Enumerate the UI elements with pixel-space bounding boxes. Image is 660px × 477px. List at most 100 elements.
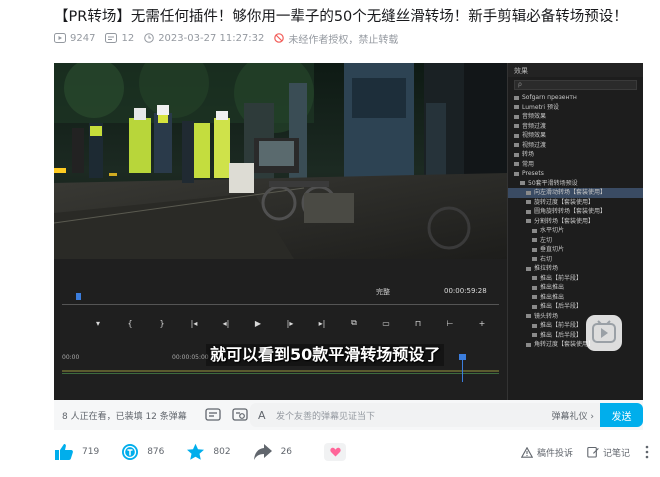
lift-icon[interactable]: ⊓ [410,319,426,328]
video-frame-night-street [54,63,507,259]
clock-icon [144,33,154,43]
effects-tree-item[interactable]: 右切 [508,255,643,265]
folder-icon [514,162,519,166]
danmaku-input[interactable]: A 发个友善的弹幕见证当下 弹幕礼仪 › [250,403,600,427]
marker-icon[interactable]: ▾ [90,319,106,328]
plays-stat: 9247 [54,33,95,44]
ruler-playhead[interactable] [76,293,81,300]
danmaku-etiquette-link[interactable]: 弹幕礼仪 › [552,409,594,422]
big-play-button[interactable] [586,315,622,351]
effects-tree-label: Sofgarn презентн [522,94,577,101]
folder-icon [526,342,531,347]
scrub-ruler[interactable] [62,293,499,305]
folder-icon [514,143,519,147]
folder-icon [532,276,537,280]
like-button[interactable]: 719 [54,443,99,461]
video-title: 【PR转场】无需任何插件！够你用一辈子的50个无缝丝滑转场！新手剪辑必备转场预设… [54,9,628,25]
overwrite-icon[interactable]: ▭ [378,319,394,328]
effects-tree-item[interactable]: 推出推出 [508,283,643,293]
folder-icon [514,171,519,176]
effects-tree-label: 水平切片 [540,227,565,234]
send-danmaku-button[interactable]: 发送 [600,403,643,427]
effects-tree-item[interactable]: 推出【前半段】 [508,321,643,331]
publish-time-value: 2023-03-27 11:27:32 [158,32,265,44]
effects-tree-item[interactable]: 视频过渡 [508,141,643,151]
video-meta: 9247 12 2023-03-27 11:27:32 未经作者授权，禁止转载 [54,31,408,46]
effects-tree-label: 推拉转场 [534,265,559,272]
danmaku-settings[interactable] [232,408,249,423]
effects-tree-item[interactable]: 视频效果 [508,131,643,141]
effects-tree-label: 旋转过度【套装使用】 [534,198,595,206]
effects-search[interactable]: ρ [514,80,637,90]
insert-icon[interactable]: ⧉ [346,318,362,328]
folder-icon [514,133,519,138]
effects-tree-item[interactable]: 常用 [508,160,643,170]
effects-tree-item[interactable]: 推拉转场 [508,264,643,274]
coin-icon [122,444,139,460]
step-back-icon[interactable]: ◂| [218,319,234,328]
favorite-button[interactable]: 802 [186,443,231,461]
out-point-icon[interactable]: } [154,319,170,328]
effects-tree-item[interactable]: 转场 [508,150,643,160]
video-player[interactable]: 完整 00:00:59:28 ▾ { } |◂ ◂| ▶ |▸ ▸| ⧉ ▭ ⊓… [54,63,643,400]
folder-icon [526,219,531,223]
effects-tree-item[interactable]: 音频效果 [508,112,643,122]
play-icon-large [592,320,616,343]
effects-tree-item[interactable]: 推出推出 [508,293,643,303]
go-to-in-icon[interactable]: |◂ [186,319,202,328]
danmaku-count-value: 12 [121,32,135,44]
effects-tree-label: 视频过渡 [522,141,547,149]
effects-tree-label: 分割转场【套装使用】 [534,217,595,225]
coin-button[interactable]: 876 [121,443,164,461]
effects-tree-item[interactable]: 音频过渡 [508,122,643,132]
effects-tree-item[interactable]: 圆角旋转转场【套装使用】 [508,207,643,217]
danmaku-toggle[interactable] [205,408,222,423]
effects-tree-item[interactable]: 左切 [508,236,643,246]
step-forward-icon[interactable]: |▸ [282,319,298,328]
effects-tree-item[interactable]: 镜头转场 [508,312,643,322]
play-icon[interactable]: ▶ [250,319,266,328]
report-button[interactable]: 稿件投诉 [520,446,573,459]
extract-icon[interactable]: ⊢ [442,319,458,328]
effects-tree-label: 右切 [540,255,553,263]
go-to-out-icon[interactable]: ▸| [314,319,330,328]
fit-dropdown[interactable]: 完整 [376,287,390,297]
effects-tree-item[interactable]: Lumetri 预设 [508,103,643,113]
copyright-notice: 未经作者授权，禁止转载 [274,31,398,46]
like-count: 719 [82,447,100,457]
folder-icon [526,200,531,204]
effects-tree-item[interactable]: Presets [508,169,643,179]
effects-tree-item[interactable]: 水平切片 [508,226,643,236]
warning-icon [520,446,533,458]
effects-tree-label: 推出【前半段】 [540,274,583,282]
notes-button[interactable]: 记笔记 [587,446,630,459]
effects-tree-item[interactable]: Sofgarn презентн [508,93,643,103]
charge-button[interactable] [324,443,347,461]
timeline-playhead[interactable] [462,356,463,382]
danmaku-placeholder: 发个友善的弹幕见证当下 [276,411,376,422]
danmaku-style-icon[interactable]: A [258,409,272,422]
effects-tree-label: 推出【前半段】 [540,322,583,329]
effects-tree-item[interactable]: 垂直切片 [508,245,643,255]
folder-icon [520,181,525,185]
danmaku-bar: 8 人正在看，已装填 12 条弹幕 A 发个友善的弹幕见证当下 弹幕礼仪 › 发… [54,400,643,430]
effects-tree-item[interactable]: 推出【后半段】 [508,302,643,312]
effects-tree-item[interactable]: 推出【后半段】 [508,331,643,341]
add-button-icon[interactable]: + [474,319,490,328]
effects-tree-item[interactable]: 向左滑动转场【套装使用】 [508,188,643,198]
effects-tree-item[interactable]: 推出【前半段】 [508,274,643,284]
share-button[interactable]: 26 [253,443,292,461]
effects-tree-label: 垂直切片 [540,246,565,253]
effects-tree-item[interactable]: 旋转过度【套装使用】 [508,198,643,208]
more-menu-button[interactable] [644,445,654,459]
in-point-icon[interactable]: { [122,319,138,328]
more-vertical-icon [645,445,649,459]
effects-tree-item[interactable]: 角转过度【套装使用】 [508,340,643,350]
premiere-program-monitor: 完整 00:00:59:28 ▾ { } |◂ ◂| ▶ |▸ ▸| ⧉ ▭ ⊓… [54,259,507,400]
effects-tree-item[interactable]: 50套平滑转场预设 [508,179,643,189]
folder-icon [514,114,519,119]
effects-tree-item[interactable]: 分割转场【套装使用】 [508,217,643,227]
danmaku-on-icon [205,408,221,421]
effects-tree-label: Lumetri 预设 [522,103,559,111]
effects-tree-label: 视频效果 [522,132,547,139]
